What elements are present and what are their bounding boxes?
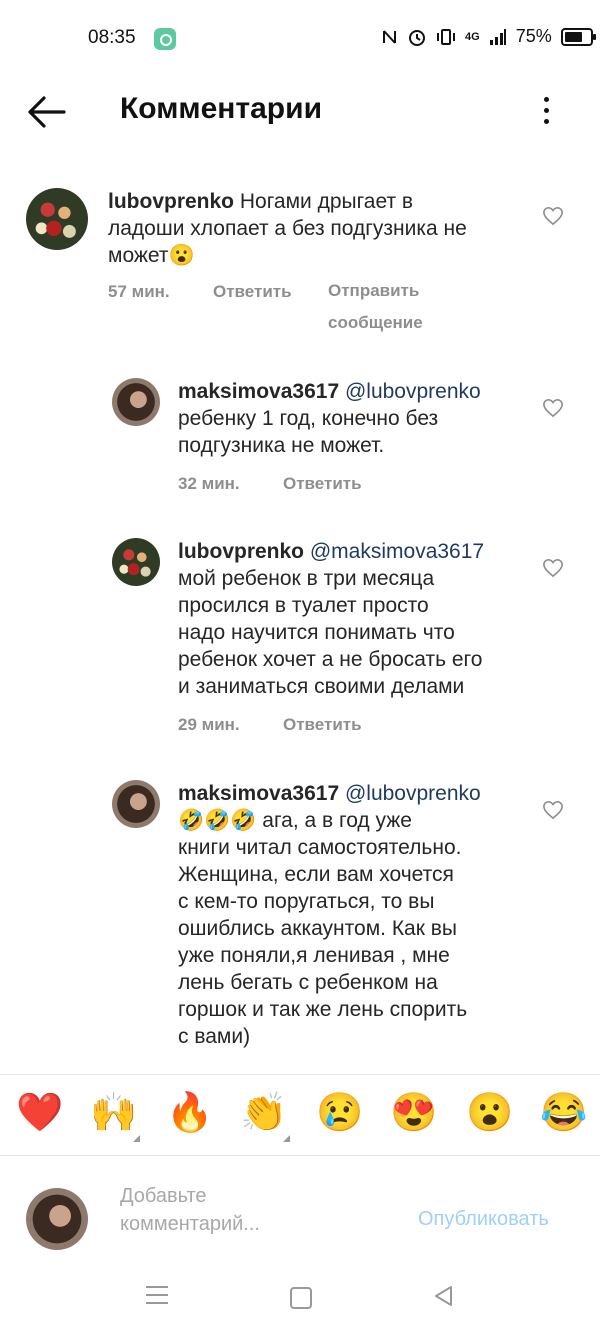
comment-text-line: мой ребенок в три месяца bbox=[178, 567, 435, 590]
like-heart-icon[interactable] bbox=[542, 558, 564, 578]
reply-button[interactable]: Ответить bbox=[283, 715, 362, 735]
reaction-skin-tone-caret[interactable] bbox=[133, 1135, 140, 1142]
avatar[interactable] bbox=[112, 378, 160, 426]
comment-mention[interactable]: @lubovprenko bbox=[345, 782, 481, 805]
reply-button[interactable]: Ответить bbox=[283, 474, 362, 494]
comment-text-line: просился в туалет просто bbox=[178, 594, 429, 617]
comment-text-line: подгузника не может. bbox=[178, 434, 385, 457]
reply-button[interactable]: Ответить bbox=[213, 282, 292, 302]
reaction-laughing[interactable]: 😂 bbox=[540, 1091, 587, 1135]
avatar[interactable] bbox=[26, 188, 88, 250]
more-vertical-icon[interactable] bbox=[536, 94, 556, 128]
comment-text-line: уже поняли,я ленивая , мне bbox=[178, 944, 450, 967]
status-icons: 4G 75% bbox=[382, 26, 596, 47]
comment-time: 32 мин. bbox=[178, 474, 240, 493]
comment-body: lubovprenko Ногами дрыгает в ладоши хлоп… bbox=[108, 188, 528, 269]
battery-icon bbox=[560, 27, 596, 46]
send-message-button[interactable]: Отправить сообщение bbox=[328, 275, 423, 339]
send-label-line2: сообщение bbox=[328, 313, 423, 332]
comment-username[interactable]: maksimova3617 bbox=[178, 782, 339, 805]
avatar[interactable] bbox=[112, 538, 160, 586]
page-title: Комментарии bbox=[120, 92, 323, 125]
comment-input-placeholder: Добавьте bbox=[120, 1185, 207, 1207]
publish-button[interactable]: Опубликовать bbox=[418, 1208, 549, 1231]
like-heart-icon[interactable] bbox=[542, 206, 564, 226]
like-heart-icon[interactable] bbox=[542, 800, 564, 820]
reaction-clap[interactable]: 👏 bbox=[240, 1091, 287, 1135]
comment-body: lubovprenko @maksimova3617 мой ребенок в… bbox=[178, 538, 538, 700]
comment-text-line: 🤣🤣🤣 ага, а в год уже bbox=[178, 809, 412, 832]
comment-text-line: Женщина, если вам хочется bbox=[178, 863, 454, 886]
comment-text-line: надо научится понимать что bbox=[178, 621, 455, 644]
network-label: 4G bbox=[465, 30, 480, 43]
comment-text-line: с вами) bbox=[178, 1025, 251, 1048]
quick-reactions-bar: ❤️ 🙌 🔥 👏 😢 😍 😮 😂 bbox=[0, 1074, 600, 1156]
reaction-fire[interactable]: 🔥 bbox=[166, 1091, 213, 1135]
comment-body: maksimova3617 @lubovprenko 🤣🤣🤣 ага, а в … bbox=[178, 780, 538, 1050]
nfc-icon bbox=[383, 29, 396, 44]
comment-text-line: и заниматься своими делами bbox=[178, 675, 465, 698]
comment-text-line: ребенок хочет а не бросать его bbox=[178, 648, 483, 671]
battery-percent: 75% bbox=[515, 26, 552, 46]
reaction-heart-eyes[interactable]: 😍 bbox=[390, 1091, 437, 1135]
comment-text-line: ребенку 1 год, конечно без bbox=[178, 407, 439, 430]
reaction-skin-tone-caret[interactable] bbox=[283, 1135, 290, 1142]
composer-avatar bbox=[26, 1188, 88, 1250]
comment-body: maksimova3617 @lubovprenko ребенку 1 год… bbox=[178, 378, 528, 459]
comment-text-line: горшок и так же лень спорить bbox=[178, 998, 468, 1021]
comment-mention[interactable]: @lubovprenko bbox=[345, 380, 481, 403]
alarm-icon bbox=[409, 29, 425, 46]
back-arrow-icon[interactable] bbox=[24, 92, 68, 132]
home-square-icon[interactable] bbox=[290, 1287, 312, 1309]
vibrate-icon bbox=[437, 28, 455, 45]
comment-username[interactable]: lubovprenko bbox=[108, 190, 234, 213]
menu-icon[interactable] bbox=[146, 1286, 168, 1306]
avatar[interactable] bbox=[112, 780, 160, 828]
comment-mention[interactable]: @maksimova3617 bbox=[310, 540, 484, 563]
comment-text-line: ошиблись аккаунтом. Как вы bbox=[178, 917, 458, 940]
comment-time: 57 мин. bbox=[108, 282, 170, 301]
reaction-crying[interactable]: 😢 bbox=[316, 1091, 363, 1135]
back-triangle-icon[interactable] bbox=[432, 1284, 456, 1308]
comment-username[interactable]: maksimova3617 bbox=[178, 380, 339, 403]
reaction-surprised[interactable]: 😮 bbox=[466, 1091, 513, 1135]
comment-input-placeholder-line2: комментарий... bbox=[120, 1213, 260, 1235]
comment-text-line: с кем-то поругаться, то вы bbox=[178, 890, 435, 913]
comment-text-line: Ногами дрыгает в bbox=[239, 190, 414, 213]
comment-username[interactable]: lubovprenko bbox=[178, 540, 304, 563]
app-notification-icon bbox=[154, 28, 176, 50]
like-heart-icon[interactable] bbox=[542, 398, 564, 418]
comment-input[interactable]: Добавьте комментарий... bbox=[120, 1182, 380, 1238]
status-time: 08:35 bbox=[88, 27, 136, 48]
4g-signal-icon bbox=[489, 28, 506, 45]
reaction-raised-hands[interactable]: 🙌 bbox=[90, 1091, 137, 1135]
reaction-heart[interactable]: ❤️ bbox=[16, 1091, 63, 1135]
comment-text-line: лень бегать с ребенком на bbox=[178, 971, 438, 994]
comment-text-line: может😮 bbox=[108, 244, 195, 267]
send-label: Отправить bbox=[328, 281, 420, 300]
comment-text-line: книги читал самостоятельно. bbox=[178, 836, 462, 859]
comment-time: 29 мин. bbox=[178, 715, 240, 734]
comment-text-line: ладоши хлопает а без подгузника не bbox=[108, 217, 467, 240]
